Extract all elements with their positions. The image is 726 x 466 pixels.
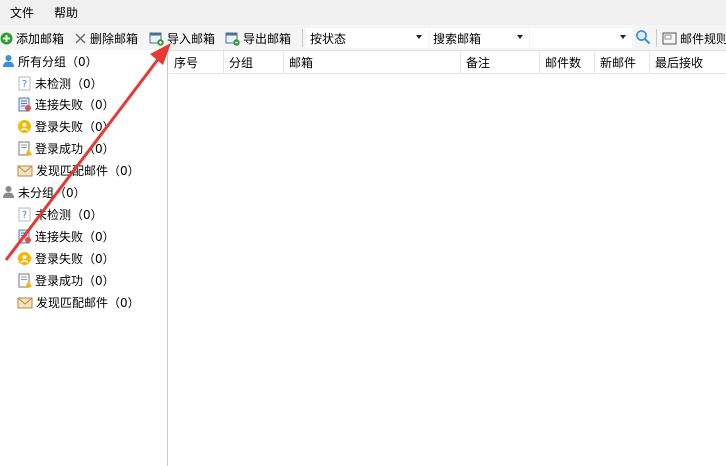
tree-node-label: 发现匹配邮件（0） (36, 295, 140, 310)
import-mailbox-button[interactable]: 导入邮箱 (149, 29, 215, 47)
envelope-icon (17, 165, 33, 176)
delete-mailbox-button[interactable]: 删除邮箱 (74, 29, 138, 47)
search-input[interactable] (530, 28, 632, 48)
svg-text:?: ? (22, 210, 27, 221)
connect-failed-icon (18, 229, 31, 243)
export-mailbox-button[interactable]: 导出邮箱 (225, 29, 291, 47)
column-header-new-mail[interactable]: 新邮件 (595, 51, 650, 74)
status-filter-value: 按状态 (310, 31, 347, 46)
tree-node-ungrouped[interactable]: 未分组（0） (2, 182, 86, 202)
unknown-status-icon: ? (18, 207, 31, 221)
menu-bar: 文件 帮助 (0, 0, 726, 25)
column-header-label: 邮件数 (545, 55, 582, 70)
delete-mailbox-label: 删除邮箱 (90, 31, 139, 46)
tree-node-label: 登录失败（0） (35, 119, 115, 134)
tree-node-label: 未检测（0） (35, 76, 103, 91)
tree-node-label: 未分组（0） (18, 185, 86, 200)
column-header-label: 邮箱 (289, 55, 314, 70)
column-header-index[interactable]: 序号 (169, 51, 224, 74)
login-success-icon (18, 141, 32, 155)
toolbar-separator (656, 29, 657, 47)
column-header-label: 序号 (174, 55, 199, 70)
tree-node-label: 所有分组（0） (18, 54, 98, 69)
mail-rules-button[interactable]: 邮件规则 (662, 29, 726, 47)
tree-node-unchecked[interactable]: ? 未检测（0） (17, 204, 103, 224)
tree-node-label: 登录失败（0） (35, 251, 115, 266)
tree-node-label: 连接失败（0） (35, 229, 115, 244)
import-mailbox-label: 导入邮箱 (167, 31, 216, 46)
tree-node-connect-failed[interactable]: 连接失败（0） (17, 226, 115, 246)
menu-file[interactable]: 文件 (10, 4, 34, 21)
column-header-label: 最后接收 (655, 55, 704, 70)
tree-node-matched-mail[interactable]: 发现匹配邮件（0） (17, 160, 140, 180)
chevron-down-icon (416, 35, 422, 39)
tree-node-label: 连接失败（0） (35, 97, 115, 112)
rules-icon (662, 32, 677, 44)
export-icon (225, 32, 240, 46)
tree-node-all-groups[interactable]: 所有分组（0） (2, 51, 98, 71)
column-header-label: 分组 (229, 55, 254, 70)
tree-node-login-failed[interactable]: 登录失败（0） (17, 116, 115, 136)
login-failed-icon (18, 251, 31, 265)
add-mailbox-label: 添加邮箱 (16, 31, 65, 46)
chevron-down-icon (517, 35, 523, 39)
menu-help[interactable]: 帮助 (54, 4, 78, 21)
tree-node-login-failed[interactable]: 登录失败（0） (17, 248, 115, 268)
connect-failed-icon (18, 97, 31, 111)
status-filter-select[interactable]: 按状态 (306, 28, 428, 48)
tree-node-login-success[interactable]: 登录成功（0） (17, 138, 115, 158)
unknown-status-icon: ? (18, 76, 31, 90)
export-mailbox-label: 导出邮箱 (243, 31, 292, 46)
column-header-mail-count[interactable]: 邮件数 (540, 51, 595, 74)
user-icon (3, 186, 14, 198)
login-success-icon (18, 273, 32, 287)
column-header-group[interactable]: 分组 (224, 51, 284, 74)
tree-node-label: 未检测（0） (35, 207, 103, 222)
envelope-icon (17, 297, 33, 308)
mail-rules-label: 邮件规则 (680, 31, 726, 46)
login-failed-icon (18, 119, 31, 133)
tree-node-connect-failed[interactable]: 连接失败（0） (17, 94, 115, 114)
delete-icon (75, 33, 86, 43)
column-header-note[interactable]: 备注 (461, 51, 540, 74)
column-header-label: 新邮件 (600, 55, 637, 70)
column-header-label: 备注 (466, 55, 491, 70)
chevron-down-icon (620, 35, 626, 39)
user-icon (3, 55, 14, 67)
column-header-mailbox[interactable]: 邮箱 (284, 51, 461, 74)
group-tree: 所有分组（0） ? 未检测（0） 连接失败（0） 登录失败（0） 登录成功（0） (0, 50, 168, 466)
tree-node-label: 登录成功（0） (35, 141, 115, 156)
search-icon[interactable] (635, 29, 651, 45)
column-header-last-received[interactable]: 最后接收 (650, 51, 726, 74)
toolbar: 添加邮箱 删除邮箱 导入邮箱 导出邮箱 按状态 搜索邮箱 邮件规则 (0, 25, 726, 51)
tree-node-label: 发现匹配邮件（0） (36, 163, 140, 178)
tree-node-matched-mail[interactable]: 发现匹配邮件（0） (17, 292, 140, 312)
tree-node-unchecked[interactable]: ? 未检测（0） (17, 73, 103, 93)
search-field-select[interactable]: 搜索邮箱 (429, 28, 529, 48)
toolbar-separator (302, 29, 303, 47)
import-icon (149, 32, 164, 46)
tree-node-login-success[interactable]: 登录成功（0） (17, 270, 115, 290)
tree-node-label: 登录成功（0） (35, 273, 115, 288)
add-icon (0, 32, 13, 44)
svg-text:?: ? (22, 79, 27, 90)
add-mailbox-button[interactable]: 添加邮箱 (0, 29, 64, 47)
mailbox-table: 序号 分组 邮箱 备注 邮件数 新邮件 最后接收 (169, 51, 726, 466)
search-field-value: 搜索邮箱 (433, 31, 482, 46)
